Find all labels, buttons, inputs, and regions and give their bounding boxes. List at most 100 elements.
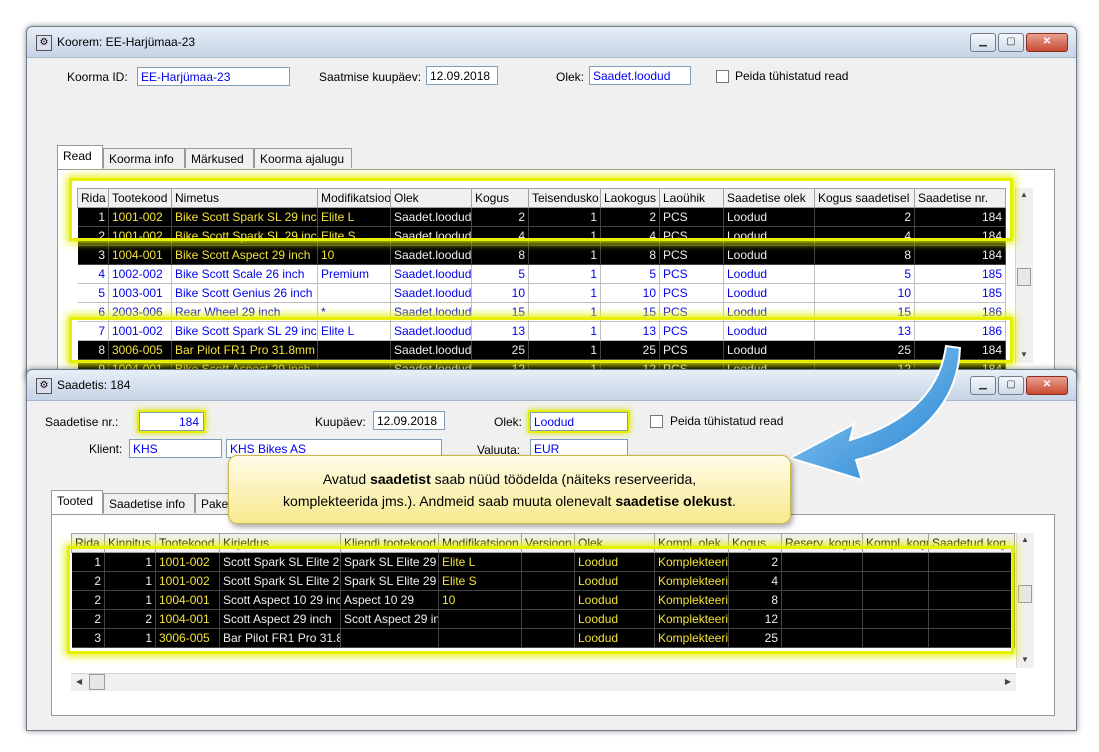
tab-read[interactable]: Read: [57, 145, 103, 169]
read-column-header[interactable]: Rida: [77, 188, 109, 208]
table-cell: 1002-002: [108, 264, 172, 284]
table-cell: Bike Scott Spark SL 29 inch: [171, 321, 318, 341]
tooted-column-header[interactable]: Kompl. kogu: [862, 533, 929, 553]
maximize-button[interactable]: ▢: [998, 33, 1024, 52]
table-cell: 5: [814, 264, 915, 284]
table-cell: 1: [528, 302, 601, 322]
table-cell: 7: [77, 321, 109, 341]
tooted-grid-hscroll[interactable]: ◀ ▶: [71, 673, 1016, 691]
tooted-column-header[interactable]: Versioon: [521, 533, 575, 553]
tab-koorma-info[interactable]: Koorma info: [103, 148, 185, 168]
table-cell: 1003-001: [108, 283, 172, 303]
tooted-column-header[interactable]: Olek: [574, 533, 655, 553]
kuupaev-field[interactable]: 12.09.2018: [373, 411, 445, 430]
olek-field[interactable]: Saadet.loodud: [589, 66, 691, 85]
tooted-column-header[interactable]: Modifikatsioon: [438, 533, 522, 553]
klient-code-field[interactable]: KHS: [129, 439, 222, 458]
table-cell: PCS: [659, 264, 724, 284]
read-column-header[interactable]: Kogus saadetisel: [814, 188, 915, 208]
table-cell: Saadet.loodud: [390, 207, 472, 227]
table-cell: Bar Pilot FR1 Pro 31.8mm 7: [171, 340, 318, 360]
table-row[interactable]: 2 2 1004-001 Scott Aspect 29 inch Scott Aspe…: [71, 609, 1015, 629]
table-cell: Loodud: [723, 226, 815, 246]
koorem-client: Koorma ID: EE-Harjümaa-23 Saatmise kuupä…: [33, 58, 1070, 379]
table-cell: Loodud: [574, 552, 655, 572]
tab-tooted[interactable]: Tooted: [51, 490, 103, 514]
app-icon: ⚙: [36, 35, 52, 51]
table-cell: PCS: [659, 340, 724, 360]
table-cell: 4: [600, 226, 660, 246]
tooted-column-header[interactable]: Rida: [71, 533, 105, 553]
koorma-id-field[interactable]: EE-Harjümaa-23: [137, 67, 290, 86]
hscroll-thumb[interactable]: [89, 674, 105, 690]
scroll-thumb[interactable]: [1017, 268, 1031, 286]
close-button[interactable]: ✕: [1026, 33, 1068, 52]
table-row[interactable]: 7 1001-002 Bike Scott Spark SL 29 inch Elit…: [77, 321, 1006, 341]
table-row[interactable]: 2 1 1001-002 Scott Spark SL Elite 29 Spark S…: [71, 571, 1015, 591]
table-cell: 1: [104, 552, 156, 572]
tooted-column-header[interactable]: Reserv. kogus: [781, 533, 863, 553]
table-row[interactable]: 2 1 1004-001 Scott Aspect 10 29 inch Aspect …: [71, 590, 1015, 610]
tab-saadetise-info[interactable]: Saadetise info: [103, 493, 195, 513]
saadetise-nr-field[interactable]: 184: [139, 412, 204, 431]
maximize-button[interactable]: ▢: [998, 376, 1024, 395]
minimize-button[interactable]: ▁: [970, 33, 996, 52]
tooted-column-header[interactable]: Kirjeldus: [219, 533, 341, 553]
table-row[interactable]: 6 2003-006 Rear Wheel 29 inch * Saadet.loodu…: [77, 302, 1006, 322]
table-cell: 1001-002: [108, 207, 172, 227]
table-row[interactable]: 2 1001-002 Bike Scott Spark SL 29 inch Elit…: [77, 226, 1006, 246]
peida-checkbox[interactable]: [716, 70, 729, 83]
table-cell: 10: [317, 245, 391, 265]
table-cell: 1004-001: [108, 245, 172, 265]
table-row[interactable]: 3 1 3006-005 Bar Pilot FR1 Pro 31.8r Loodud K…: [71, 628, 1015, 648]
koorem-titlebar[interactable]: ⚙ Koorem: EE-Harjümaa-23 ▁ ▢ ✕: [27, 27, 1076, 58]
tooted-column-header[interactable]: Kogus: [728, 533, 782, 553]
minimize-button[interactable]: ▁: [970, 376, 996, 395]
tooted-column-header[interactable]: Tootekood: [155, 533, 220, 553]
table-cell: 8: [471, 245, 529, 265]
tab-markused[interactable]: Märkused: [185, 148, 254, 168]
tooted-column-header[interactable]: Kompl. olek: [654, 533, 729, 553]
table-cell: Bike Scott Spark SL 29 inch: [171, 207, 318, 227]
table-cell: Komplekteeri: [654, 609, 729, 629]
read-column-header[interactable]: Modifikatsioon: [317, 188, 391, 208]
table-cell: 1: [528, 226, 601, 246]
table-cell: 8: [77, 340, 109, 360]
saatmise-kuupaev-field[interactable]: 12.09.2018: [426, 66, 498, 85]
tooted-grid[interactable]: Rida Kinnitus Tootekood Kirjeldus Kliendi to…: [71, 533, 1015, 648]
table-cell: 1004-001: [155, 590, 220, 610]
tab-koorma-ajalugu[interactable]: Koorma ajalugu: [254, 148, 352, 168]
olek-field[interactable]: Loodud: [530, 412, 628, 431]
read-column-header[interactable]: Nimetus: [171, 188, 318, 208]
table-cell: Bike Scott Scale 26 inch: [171, 264, 318, 284]
tooted-column-header[interactable]: Saadetud kog: [928, 533, 1015, 553]
tooted-grid-vscroll[interactable]: ▲ ▼: [1016, 533, 1034, 668]
tooted-column-header[interactable]: Kliendi tootekood: [340, 533, 439, 553]
read-column-header[interactable]: Laoühik: [659, 188, 724, 208]
read-grid-vscroll[interactable]: ▲ ▼: [1015, 188, 1033, 363]
table-cell: Komplekteeri: [654, 571, 729, 591]
scroll-thumb[interactable]: [1018, 585, 1032, 603]
table-cell: 2: [104, 609, 156, 629]
read-column-header[interactable]: Kogus: [471, 188, 529, 208]
table-row[interactable]: 1 1001-002 Bike Scott Spark SL 29 inch Elit…: [77, 207, 1006, 227]
read-column-header[interactable]: Tootekood: [108, 188, 172, 208]
read-column-header[interactable]: Saadetise olek: [723, 188, 815, 208]
read-column-header[interactable]: Saadetise nr.: [914, 188, 1006, 208]
koorem-title: Koorem: EE-Harjümaa-23: [57, 35, 196, 49]
table-cell: 2: [71, 590, 105, 610]
read-column-header[interactable]: Olek: [390, 188, 472, 208]
table-row[interactable]: 1 1 1001-002 Scott Spark SL Elite 29 Spark S…: [71, 552, 1015, 572]
table-cell: [928, 590, 1015, 610]
read-column-header[interactable]: Teisendusko: [528, 188, 601, 208]
table-row[interactable]: 3 1004-001 Bike Scott Aspect 29 inch 10 Saad…: [77, 245, 1006, 265]
peida-checkbox[interactable]: [650, 415, 663, 428]
read-column-header[interactable]: Laokogus: [600, 188, 660, 208]
table-row[interactable]: 5 1003-001 Bike Scott Genius 26 inch Saadet…: [77, 283, 1006, 303]
table-cell: Scott Aspect 10 29 inch: [219, 590, 341, 610]
tooted-column-header[interactable]: Kinnitus: [104, 533, 156, 553]
table-cell: Saadet.loodud: [390, 283, 472, 303]
table-row[interactable]: 4 1002-002 Bike Scott Scale 26 inch Premium…: [77, 264, 1006, 284]
peida-label: Peida tühistatud read: [670, 414, 784, 428]
close-button[interactable]: ✕: [1026, 376, 1068, 395]
